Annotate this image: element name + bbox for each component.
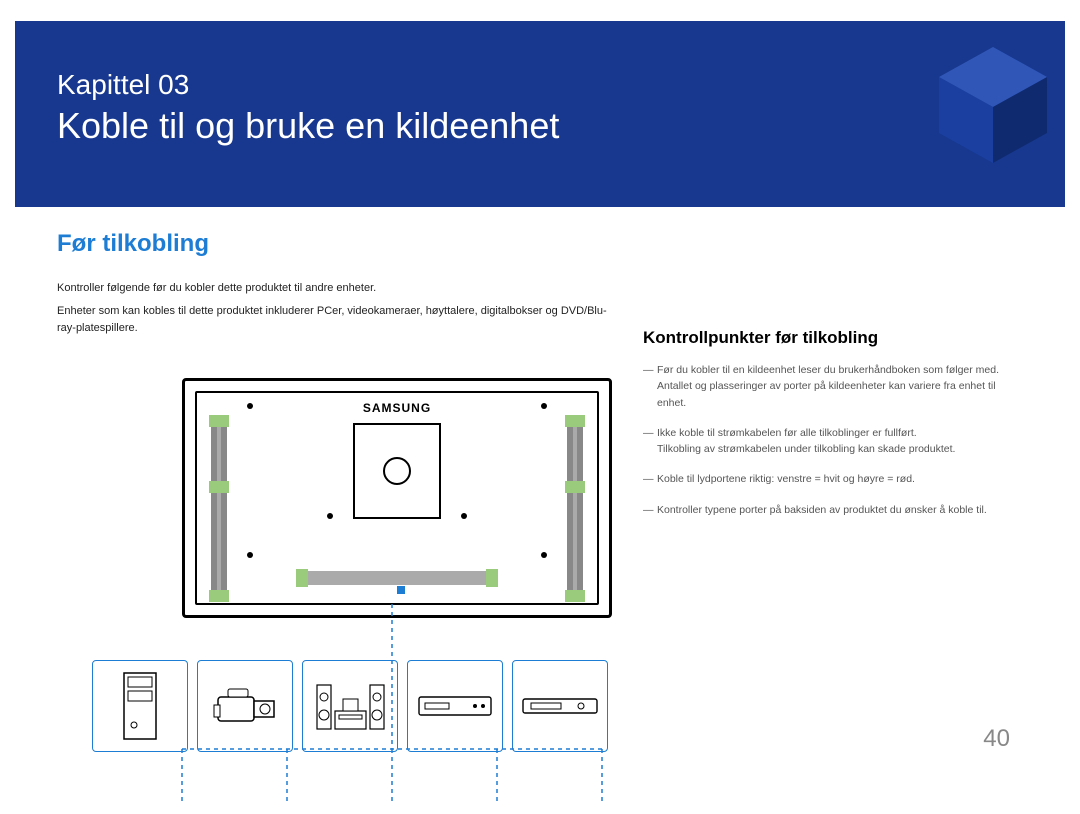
camcorder-icon: [210, 681, 280, 731]
note-item: Kontroller typene porter på baksiden av …: [643, 502, 1023, 518]
chapter-banner: Kapittel 03 Koble til og bruke en kildee…: [15, 21, 1065, 207]
device-row: [92, 660, 608, 752]
pc-tower-icon: [120, 671, 160, 741]
note-main: Koble til lydportene riktig: venstre = h…: [657, 473, 915, 485]
chapter-title: Koble til og bruke en kildeenhet: [57, 105, 559, 147]
tv-brand-label: SAMSUNG: [363, 401, 431, 415]
left-column: Kontroller følgende før du kobler dette …: [57, 280, 617, 343]
note-main: Før du kobler til en kildeenhet leser du…: [657, 364, 999, 376]
note-item: Før du kobler til en kildeenhet leser du…: [643, 362, 1023, 411]
set-top-box-icon: [417, 691, 493, 721]
note-sub: Tilkobling av strømkabelen under tilkobl…: [657, 441, 1023, 457]
intro-text-2: Enheter som kan kobles til dette produkt…: [57, 303, 617, 337]
note-main: Kontroller typene porter på baksiden av …: [657, 504, 987, 516]
speaker-system-icon: [313, 679, 388, 734]
dvd-player-icon: [521, 693, 599, 719]
note-item: Koble til lydportene riktig: venstre = h…: [643, 471, 1023, 487]
checkpoints-heading: Kontrollpunkter før tilkobling: [643, 328, 1023, 348]
connection-diagram: SAMSUNG: [182, 378, 612, 618]
intro-text-1: Kontroller følgende før du kobler dette …: [57, 280, 617, 297]
note-sub: Antallet og plasseringer av porter på ki…: [657, 378, 1023, 411]
chapter-label: Kapittel 03: [57, 69, 189, 101]
device-camcorder: [197, 660, 293, 752]
right-column: Kontrollpunkter før tilkobling Før du ko…: [643, 328, 1023, 532]
device-player: [512, 660, 608, 752]
section-heading: Før tilkobling: [57, 230, 1023, 258]
page-number: 40: [983, 725, 1010, 753]
device-speakers: [302, 660, 398, 752]
device-pc: [92, 660, 188, 752]
note-main: Ikke koble til strømkabelen før alle til…: [657, 427, 917, 439]
cube-decoration-icon: [933, 41, 1053, 166]
note-item: Ikke koble til strømkabelen før alle til…: [643, 425, 1023, 458]
device-settop: [407, 660, 503, 752]
tv-back-illustration: SAMSUNG: [182, 378, 612, 618]
